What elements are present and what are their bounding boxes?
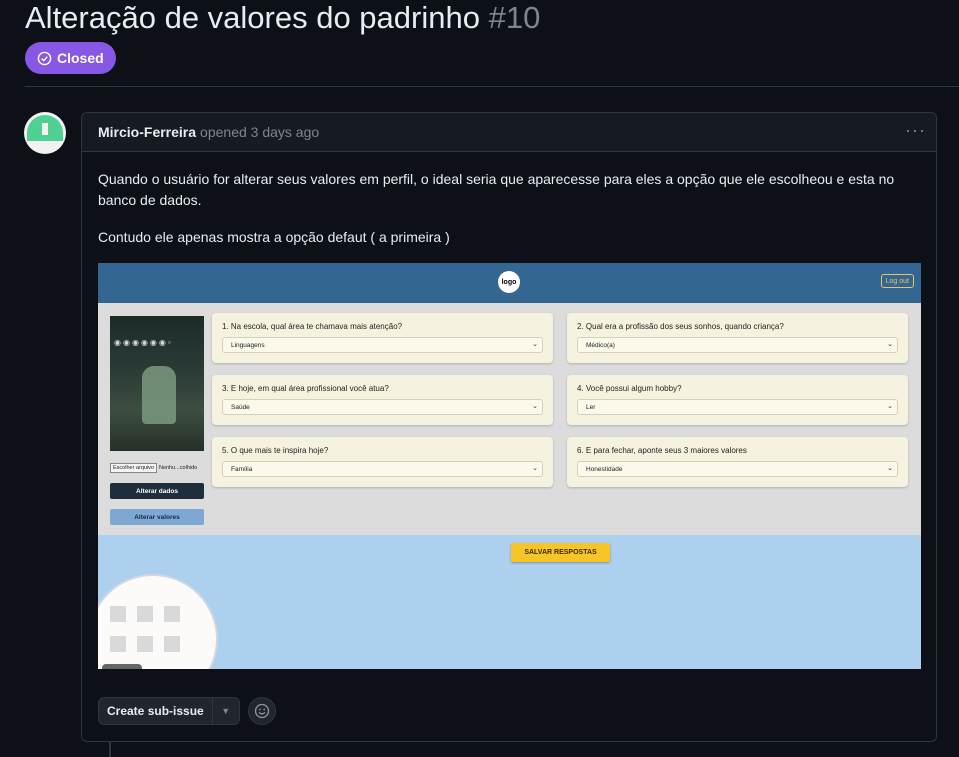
question-card: 2. Qual era a profissão dos seus sonhos,… bbox=[567, 313, 908, 363]
question-select: Família ⌄ bbox=[222, 461, 543, 477]
question-select: Médico(a) ⌄ bbox=[577, 337, 898, 353]
opened-timestamp[interactable]: opened 3 days ago bbox=[200, 124, 319, 140]
question-card: 6. E para fechar, aponte seus 3 maiores … bbox=[567, 437, 908, 487]
author-avatar[interactable] bbox=[24, 112, 66, 154]
chevron-down-icon: ⌄ bbox=[887, 341, 893, 348]
question-label: 4. Você possui algum hobby? bbox=[577, 384, 682, 393]
question-select: Linguagens ⌄ bbox=[222, 337, 543, 353]
file-status: Nenhu...colhido bbox=[158, 465, 198, 471]
question-label: 5. O que mais te inspira hoje? bbox=[222, 446, 329, 455]
issue-number: #10 bbox=[488, 0, 541, 35]
check-circle-icon bbox=[37, 51, 52, 65]
header-divider bbox=[25, 86, 959, 87]
issue-comment: Mircio-Ferreira opened 3 days ago ··· Qu… bbox=[81, 112, 937, 742]
question-card: 5. O que mais te inspira hoje? Família ⌄ bbox=[212, 437, 553, 487]
timeline-line bbox=[109, 742, 111, 757]
question-card: 3. E hoje, em qual área profissional voc… bbox=[212, 375, 553, 425]
question-select: Ler ⌄ bbox=[577, 399, 898, 415]
state-badge-closed: Closed bbox=[25, 42, 116, 74]
question-label: 6. E para fechar, aponte seus 3 maiores … bbox=[577, 446, 747, 455]
bubble-tab bbox=[102, 664, 142, 669]
question-card: 4. Você possui algum hobby? Ler ⌄ bbox=[567, 375, 908, 425]
question-label: 1. Na escola, qual área te chamava mais … bbox=[222, 322, 403, 331]
question-select: Saúde ⌄ bbox=[222, 399, 543, 415]
triangle-down-icon[interactable]: ▼ bbox=[213, 698, 239, 724]
comment-paragraph: Quando o usuário for alterar seus valore… bbox=[98, 171, 895, 208]
choose-file-button: Escolher arquivo bbox=[110, 463, 157, 473]
app-navbar: logo Log out bbox=[98, 263, 921, 303]
profile-panel: ◉◉◉◉◉◉▫ Escolher arquivo Nenhu...colhido… bbox=[98, 303, 921, 562]
issue-title-text: Alteração de valores do padrinho bbox=[25, 0, 480, 35]
file-picker: Escolher arquivo Nenhu...colhido bbox=[110, 463, 197, 473]
kebab-horizontal-icon[interactable]: ··· bbox=[905, 121, 926, 139]
question-label: 3. E hoje, em qual área profissional voc… bbox=[222, 384, 389, 393]
apps-grid-bubble bbox=[98, 574, 218, 669]
chevron-down-icon: ⌄ bbox=[887, 465, 893, 472]
create-sub-issue-button[interactable]: Create sub-issue bbox=[99, 698, 213, 724]
state-label: Closed bbox=[57, 50, 104, 66]
alter-data-button: Alterar dados bbox=[110, 483, 204, 499]
create-sub-issue-group: Create sub-issue ▼ bbox=[98, 697, 240, 725]
comment-header: Mircio-Ferreira opened 3 days ago ··· bbox=[82, 113, 936, 152]
chevron-down-icon: ⌄ bbox=[532, 403, 538, 410]
question-label: 2. Qual era a profissão dos seus sonhos,… bbox=[577, 322, 784, 331]
author-link[interactable]: Mircio-Ferreira bbox=[98, 124, 196, 140]
logout-button: Log out bbox=[880, 274, 914, 288]
alter-values-button: Alterar valores bbox=[110, 509, 204, 525]
chevron-down-icon: ⌄ bbox=[887, 403, 893, 410]
profile-photo: ◉◉◉◉◉◉▫ bbox=[110, 316, 204, 451]
chevron-down-icon: ⌄ bbox=[532, 341, 538, 348]
smiley-icon[interactable] bbox=[247, 697, 276, 725]
embedded-screenshot[interactable]: logo Log out ◉◉◉◉◉◉▫ Escolher arquivo Ne… bbox=[98, 263, 921, 669]
save-answers-button: SALVAR RESPOSTAS bbox=[511, 543, 610, 562]
chevron-down-icon: ⌄ bbox=[532, 465, 538, 472]
question-card: 1. Na escola, qual área te chamava mais … bbox=[212, 313, 553, 363]
comment-paragraph: Contudo ele apenas mostra a opção defaut… bbox=[98, 229, 450, 245]
issue-title: Alteração de valores do padrinho #10 bbox=[25, 0, 540, 36]
question-select: Honestidade ⌄ bbox=[577, 461, 898, 477]
app-logo: logo bbox=[498, 271, 520, 293]
comment-actions: Create sub-issue ▼ bbox=[98, 697, 276, 725]
comment-body: Quando o usuário for alterar seus valore… bbox=[98, 169, 924, 264]
